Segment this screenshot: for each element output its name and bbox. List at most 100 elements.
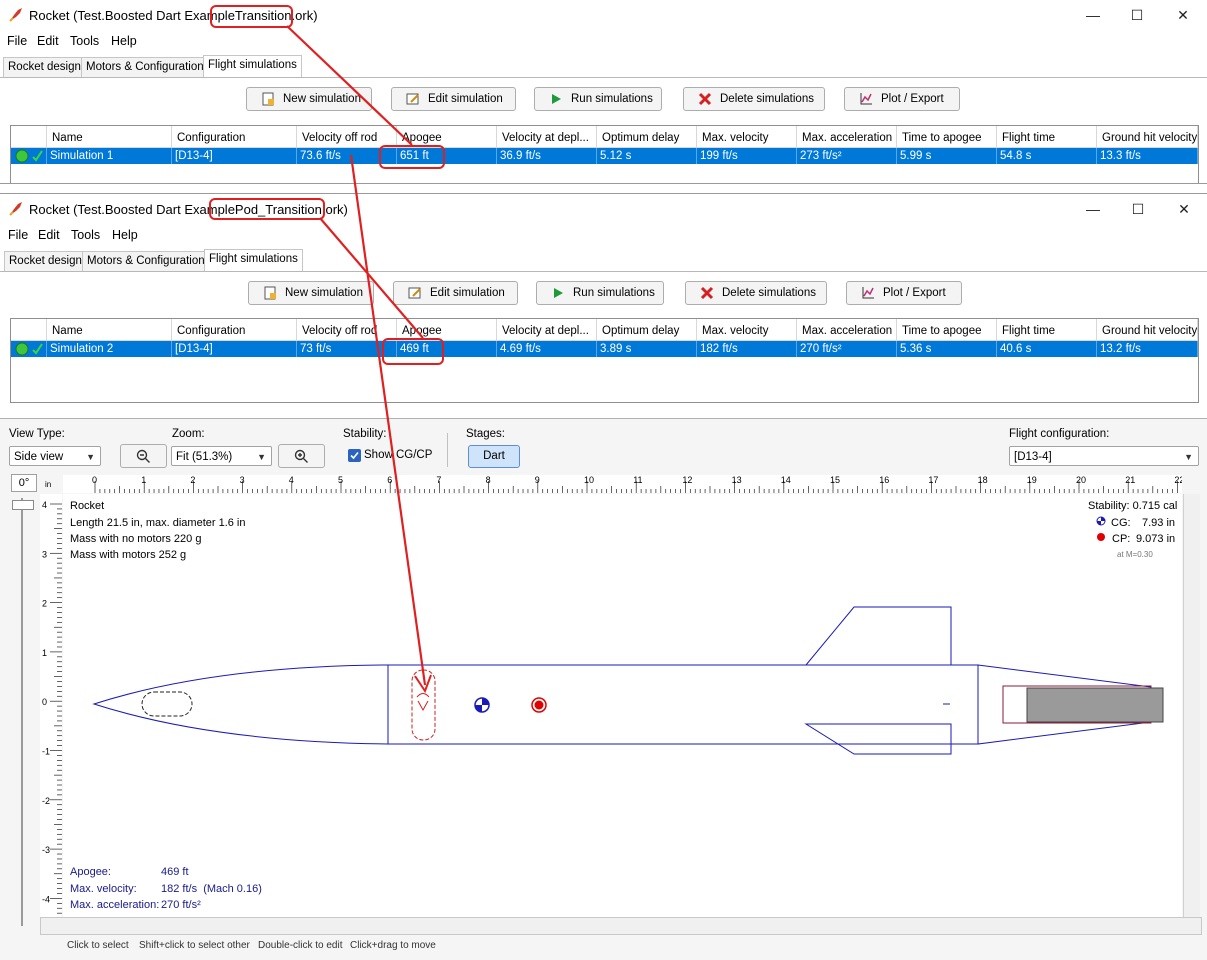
rocket-figure-canvas[interactable] xyxy=(63,494,1182,917)
new-simulation-button[interactable]: New simulation xyxy=(248,281,374,305)
menu-tools[interactable]: Tools xyxy=(71,228,100,242)
column-header[interactable]: Max. velocity xyxy=(697,126,797,148)
ruler-label: 4 xyxy=(289,475,294,485)
status-ok-icon xyxy=(15,342,43,356)
tab-motors-configuration[interactable]: Motors & Configuration xyxy=(81,57,209,77)
edit-simulation-button[interactable]: Edit simulation xyxy=(391,87,516,111)
tab-rocket-design[interactable]: Rocket design xyxy=(3,57,86,77)
stability-value: Stability: 0.715 cal xyxy=(1088,500,1178,512)
table-row[interactable]: Simulation 1 [D13-4] 73.6 ft/s 651 ft 36… xyxy=(11,148,1198,164)
column-header[interactable]: Configuration xyxy=(172,126,297,148)
flight-configuration-select[interactable]: [D13-4] ▼ xyxy=(1009,446,1199,466)
ruler-label: 10 xyxy=(584,475,594,485)
column-header[interactable]: Name xyxy=(47,126,172,148)
status-column-header[interactable] xyxy=(11,126,47,148)
table-cell: 182 ft/s xyxy=(697,341,797,357)
column-header[interactable]: Velocity at depl... xyxy=(497,126,597,148)
status-ok-icon xyxy=(15,149,43,163)
ruler-label: 16 xyxy=(879,475,889,485)
tab-motors-configuration[interactable]: Motors & Configuration xyxy=(82,251,210,271)
status-column-header[interactable] xyxy=(11,319,47,341)
cg-label: CG: xyxy=(1111,517,1131,529)
close-button[interactable]: ✕ xyxy=(1171,198,1197,220)
tab-flight-simulations[interactable]: Flight simulations xyxy=(203,55,302,77)
column-header[interactable]: Optimum delay xyxy=(597,126,697,148)
column-header[interactable]: Flight time xyxy=(997,319,1097,341)
column-header[interactable]: Flight time xyxy=(997,126,1097,148)
ruler-label: 1 xyxy=(42,648,47,658)
run-simulations-button[interactable]: Run simulations xyxy=(536,281,664,305)
plot-export-button[interactable]: Plot / Export xyxy=(844,87,960,111)
vertical-ruler: 4 3 2 1 0 -1 -2 -3 -4 xyxy=(40,494,62,917)
new-simulation-button[interactable]: New simulation xyxy=(246,87,372,111)
nose-weight[interactable] xyxy=(141,691,193,717)
column-header[interactable]: Max. velocity xyxy=(697,319,797,341)
new-document-icon xyxy=(264,286,276,300)
zoom-select[interactable]: Fit (51.3%) ▼ xyxy=(171,446,272,466)
edit-simulation-button[interactable]: Edit simulation xyxy=(393,281,518,305)
show-cgcp-checkbox[interactable] xyxy=(348,449,361,462)
rotation-slider-handle[interactable] xyxy=(12,500,34,510)
plot-export-button[interactable]: Plot / Export xyxy=(846,281,962,305)
rocket-name: Rocket xyxy=(70,500,105,512)
fin-top[interactable] xyxy=(805,606,952,666)
column-header[interactable]: Velocity at depl... xyxy=(497,319,597,341)
ruler-label: 12 xyxy=(682,475,692,485)
maximize-button[interactable]: ☐ xyxy=(1124,4,1150,26)
delete-simulations-button[interactable]: Delete simulations xyxy=(683,87,825,111)
stage-dart-toggle[interactable]: Dart xyxy=(468,445,520,468)
rotation-value[interactable]: 0° xyxy=(11,474,37,492)
rocket-side-view[interactable] xyxy=(63,494,1182,917)
column-header[interactable]: Max. acceleration xyxy=(797,126,897,148)
menu-help[interactable]: Help xyxy=(112,228,138,242)
column-header[interactable]: Name xyxy=(47,319,172,341)
minimize-button[interactable]: — xyxy=(1080,198,1106,220)
view-type-select[interactable]: Side view ▼ xyxy=(9,446,101,466)
zoom-in-button[interactable] xyxy=(278,444,325,468)
max-acceleration-label: Max. acceleration: xyxy=(70,899,160,911)
rotation-slider-track[interactable] xyxy=(21,498,23,926)
column-header[interactable]: Time to apogee xyxy=(897,126,997,148)
tab-rocket-design[interactable]: Rocket design xyxy=(4,251,87,271)
motor[interactable] xyxy=(1026,687,1164,723)
minimize-button[interactable]: — xyxy=(1080,4,1106,26)
chevron-down-icon: ▼ xyxy=(257,452,266,462)
horizontal-scrollbar[interactable] xyxy=(40,917,1202,935)
menu-edit[interactable]: Edit xyxy=(37,34,59,48)
chevron-down-icon: ▼ xyxy=(1184,452,1193,462)
table-cell: Simulation 2 xyxy=(47,341,172,357)
tab-flight-simulations[interactable]: Flight simulations xyxy=(204,249,303,271)
run-simulations-button[interactable]: Run simulations xyxy=(534,87,662,111)
tab-strip: Rocket design Motors & Configuration Fli… xyxy=(0,247,1207,272)
menu-help[interactable]: Help xyxy=(111,34,137,48)
nose-cone[interactable] xyxy=(92,664,389,745)
menu-bar: File Edit Tools Help xyxy=(0,30,1207,50)
apogee-value: 469 ft xyxy=(161,866,189,878)
menu-file[interactable]: File xyxy=(8,228,28,242)
column-header[interactable]: Time to apogee xyxy=(897,319,997,341)
column-header[interactable]: Max. acceleration xyxy=(797,319,897,341)
status-cell xyxy=(11,148,47,164)
zoom-out-button[interactable] xyxy=(120,444,167,468)
tab-strip: Rocket design Motors & Configuration Fli… xyxy=(0,53,1207,78)
max-velocity-label: Max. velocity: xyxy=(70,883,137,895)
column-header[interactable]: Velocity off rod xyxy=(297,319,397,341)
vertical-scrollbar[interactable] xyxy=(1183,494,1200,917)
column-header[interactable]: Ground hit velocity xyxy=(1097,319,1198,341)
column-header[interactable]: Configuration xyxy=(172,319,297,341)
table-row[interactable]: Simulation 2 [D13-4] 73 ft/s 469 ft 4.69… xyxy=(11,341,1198,357)
rocket-app-icon xyxy=(9,8,22,22)
streamer-pod[interactable] xyxy=(411,669,436,741)
table-cell: 5.99 s xyxy=(897,148,997,164)
menu-file[interactable]: File xyxy=(7,34,27,48)
maximize-button[interactable]: ☐ xyxy=(1125,198,1151,220)
column-header[interactable]: Optimum delay xyxy=(597,319,697,341)
close-button[interactable]: ✕ xyxy=(1170,4,1196,26)
delete-simulations-button[interactable]: Delete simulations xyxy=(685,281,827,305)
menu-edit[interactable]: Edit xyxy=(38,228,60,242)
menu-tools[interactable]: Tools xyxy=(70,34,99,48)
table-header: Name Configuration Velocity off rod Apog… xyxy=(11,319,1198,341)
column-header[interactable]: Ground hit velocity xyxy=(1097,126,1198,148)
table-cell: 5.36 s xyxy=(897,341,997,357)
fin-bottom[interactable] xyxy=(804,723,952,755)
